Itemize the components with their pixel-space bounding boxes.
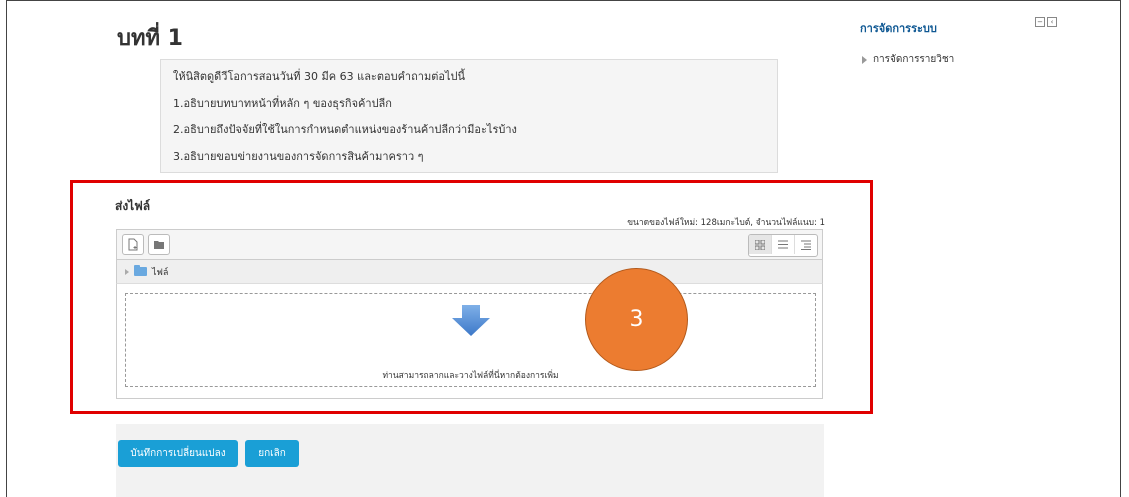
- window-frame-right: [1120, 0, 1121, 497]
- submission-highlight: [70, 180, 873, 414]
- dock-block-icon[interactable]: ‹: [1047, 17, 1057, 27]
- cancel-button[interactable]: ยกเลิก: [245, 440, 299, 467]
- window-frame-left: [6, 0, 7, 497]
- expand-arrow-icon: [862, 55, 867, 64]
- admin-block-title[interactable]: การจัดการระบบ: [860, 19, 937, 37]
- save-changes-button[interactable]: บันทึกการเปลี่ยนแปลง: [118, 440, 238, 467]
- page-title: บทที่ 1: [117, 26, 183, 51]
- intro-line: ให้นิสิตดูดีวีโอการสอนวันที่ 30 มีค 63 แ…: [173, 70, 465, 83]
- intro-line: 2.อธิบายถึงปัจจัยที่ใช้ในการกำหนดตำแหน่ง…: [173, 123, 517, 136]
- window-frame-top: [6, 0, 1121, 1]
- block-controls: − ‹: [1035, 17, 1057, 27]
- admin-item-course[interactable]: การจัดการรายวิชา: [862, 52, 954, 67]
- admin-item-label: การจัดการรายวิชา: [873, 54, 955, 65]
- intro-line: 1.อธิบายบทบาทหน้าที่หลัก ๆ ของธุรกิจค้าป…: [173, 96, 392, 110]
- assignment-intro: ให้นิสิตดูดีวีโอการสอนวันที่ 30 มีค 63 แ…: [160, 59, 778, 173]
- step-badge: 3: [585, 268, 688, 371]
- intro-line: 3.อธิบายขอบข่ายงานของการจัดการสินค้ามาคร…: [173, 149, 424, 163]
- collapse-block-icon[interactable]: −: [1035, 17, 1045, 27]
